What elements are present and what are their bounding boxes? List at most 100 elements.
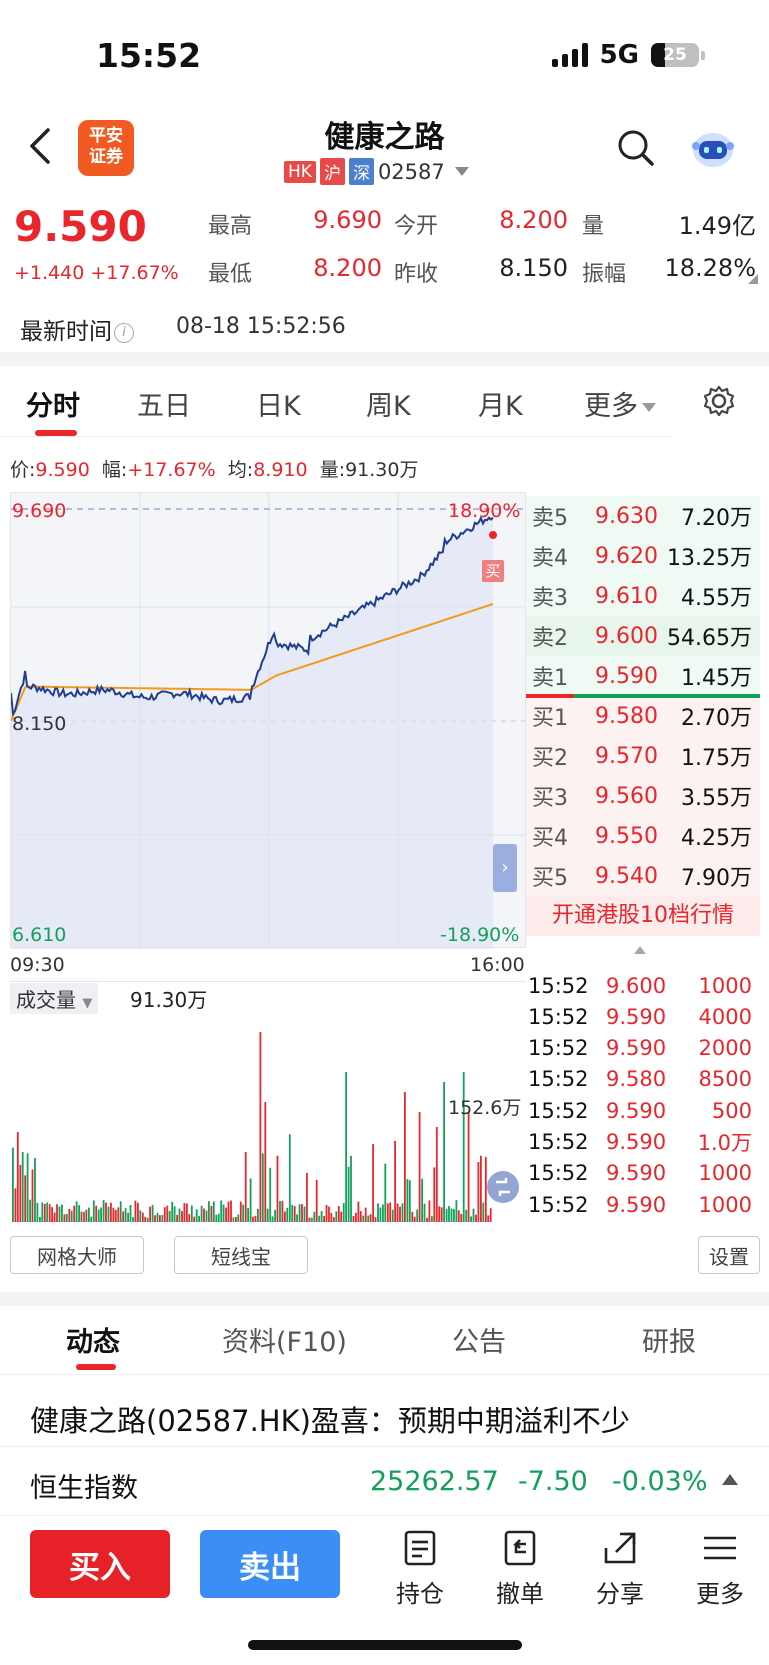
chart-time-start: 09:30 [10,954,65,976]
bid-row[interactable]: 买3 9.560 3.55万 [526,776,760,816]
stock-code-selector[interactable]: HK 沪 深 02587 [284,158,469,185]
ask-row[interactable]: 卖1 9.590 1.45万 [526,656,760,696]
latest-time-label: 最新时间 i [20,312,134,346]
chevron-down-icon [642,403,656,412]
level-label: 买3 [532,786,568,811]
level-label: 卖2 [532,626,568,651]
volume-current: 91.30万 [130,988,208,1012]
settings-gear-icon[interactable] [702,384,736,418]
share-button[interactable]: 分享 [580,1528,660,1609]
expand-corner-icon[interactable] [748,274,758,284]
level-volume: 3.55万 [681,786,752,811]
buy-button[interactable]: 买入 [30,1530,170,1598]
info-icon[interactable]: i [114,322,134,343]
tab-weekly-k[interactable]: 周K [366,384,411,423]
level-label: 卖3 [532,586,568,611]
level-price: 9.610 [595,583,658,609]
short-line-button[interactable]: 短线宝 [174,1236,308,1274]
ask-row[interactable]: 卖5 9.630 7.20万 [526,496,760,536]
market-tag-hk: HK [284,160,316,183]
more-label: 更多 [696,1580,744,1608]
bid-row[interactable]: 买1 9.580 2.70万 [526,696,760,736]
tick-time: 15:52 [528,1004,589,1029]
tab-intraday[interactable]: 分时 [26,384,80,423]
ask-row[interactable]: 卖3 9.610 4.55万 [526,576,760,616]
tab-monthly-k[interactable]: 月K [478,384,523,423]
tick-time: 15:52 [528,973,589,998]
trade-tick-row: 15:52 9.590 1000 [528,1158,760,1189]
tick-volume: 8500 [698,1067,752,1092]
index-value: 25262.57 [370,1466,499,1497]
level-volume: 2.70万 [681,706,752,731]
volume-indicator-selector[interactable]: 成交量 ▼ [10,983,99,1014]
holdings-button[interactable]: 持仓 [380,1528,460,1609]
tick-volume: 1000 [698,1161,752,1186]
tab-five-day[interactable]: 五日 [137,384,191,423]
tab-f10[interactable]: 资料(F10) [222,1320,347,1359]
tab-news[interactable]: 动态 [66,1320,120,1359]
current-price: 9.590 [14,202,147,251]
robot-assistant-icon[interactable] [688,126,738,170]
level-volume: 54.65万 [667,626,752,651]
search-icon[interactable] [616,128,656,168]
prev-close-value: 8.150 [499,254,568,282]
amplitude-value: 18.28% [664,254,756,282]
more-button[interactable]: 更多 [680,1528,760,1609]
cancel-order-label: 撤单 [496,1580,544,1608]
level-volume: 1.45万 [681,666,752,691]
tool-settings-button[interactable]: 设置 [698,1236,760,1274]
level-label: 买2 [532,746,568,771]
upgrade-level2-banner[interactable]: 开通港股10档行情 [526,896,760,936]
tab-daily-k[interactable]: 日K [256,384,301,423]
bid-row[interactable]: 买2 9.570 1.75万 [526,736,760,776]
level-label: 买1 [532,706,568,731]
trade-tick-row: 15:52 9.590 1000 [528,1189,760,1220]
level-price: 9.590 [595,663,658,689]
tick-price: 9.600 [606,973,667,998]
stock-code: 02587 [377,159,445,184]
tick-time: 15:52 [528,1130,589,1154]
fullscreen-toggle-icon[interactable] [486,1170,520,1204]
ask-row[interactable]: 卖2 9.600 54.65万 [526,616,760,656]
intraday-chart-svg [10,493,527,949]
home-indicator[interactable] [248,1640,522,1650]
trade-tick-row: 15:52 9.600 1000 [528,970,760,1001]
expand-up-icon[interactable] [722,1474,738,1485]
news-headline[interactable]: 健康之路(02587.HK)盈喜：预期中期溢利不少 [30,1398,630,1440]
index-name: 恒生指数 [30,1473,138,1504]
ask-row[interactable]: 卖4 9.620 13.25万 [526,536,760,576]
chevron-right-icon[interactable]: › [493,844,517,892]
tab-more[interactable]: 更多 [584,384,656,423]
bid-row[interactable]: 买4 9.550 4.25万 [526,816,760,856]
level-volume: 7.20万 [681,506,752,531]
buy-marker[interactable]: 买 [482,560,504,582]
status-indicators: 5G 25 [551,40,705,70]
bid-row[interactable]: 买5 9.540 7.90万 [526,856,760,896]
collapse-up-icon[interactable] [634,946,646,954]
level-price: 9.560 [595,783,658,809]
tab-announcements[interactable]: 公告 [452,1320,506,1359]
tick-volume: 1000 [698,973,752,998]
level-price: 9.600 [595,623,658,649]
grid-master-button[interactable]: 网格大师 [10,1236,144,1274]
trade-tick-row: 15:52 9.590 4000 [528,1001,760,1032]
tick-volume: 2000 [698,1036,752,1061]
intraday-chart[interactable] [10,492,527,949]
signal-icon [551,43,588,67]
cancel-order-button[interactable]: 撤单 [480,1528,560,1609]
divider [0,352,769,366]
volume-label: 量 [582,214,605,239]
document-icon [404,1530,436,1566]
divider [0,1292,769,1306]
tab-research[interactable]: 研报 [642,1320,696,1359]
chart-low-pct: -18.90% [440,924,520,946]
level-label: 买4 [532,826,568,851]
menu-icon [704,1536,736,1560]
high-label: 最高 [208,214,253,239]
sell-button[interactable]: 卖出 [200,1530,340,1598]
level-price: 9.580 [595,703,658,729]
undo-icon [504,1530,536,1566]
tick-price: 9.580 [606,1067,667,1092]
open-value: 8.200 [499,206,568,234]
holdings-label: 持仓 [396,1580,444,1608]
